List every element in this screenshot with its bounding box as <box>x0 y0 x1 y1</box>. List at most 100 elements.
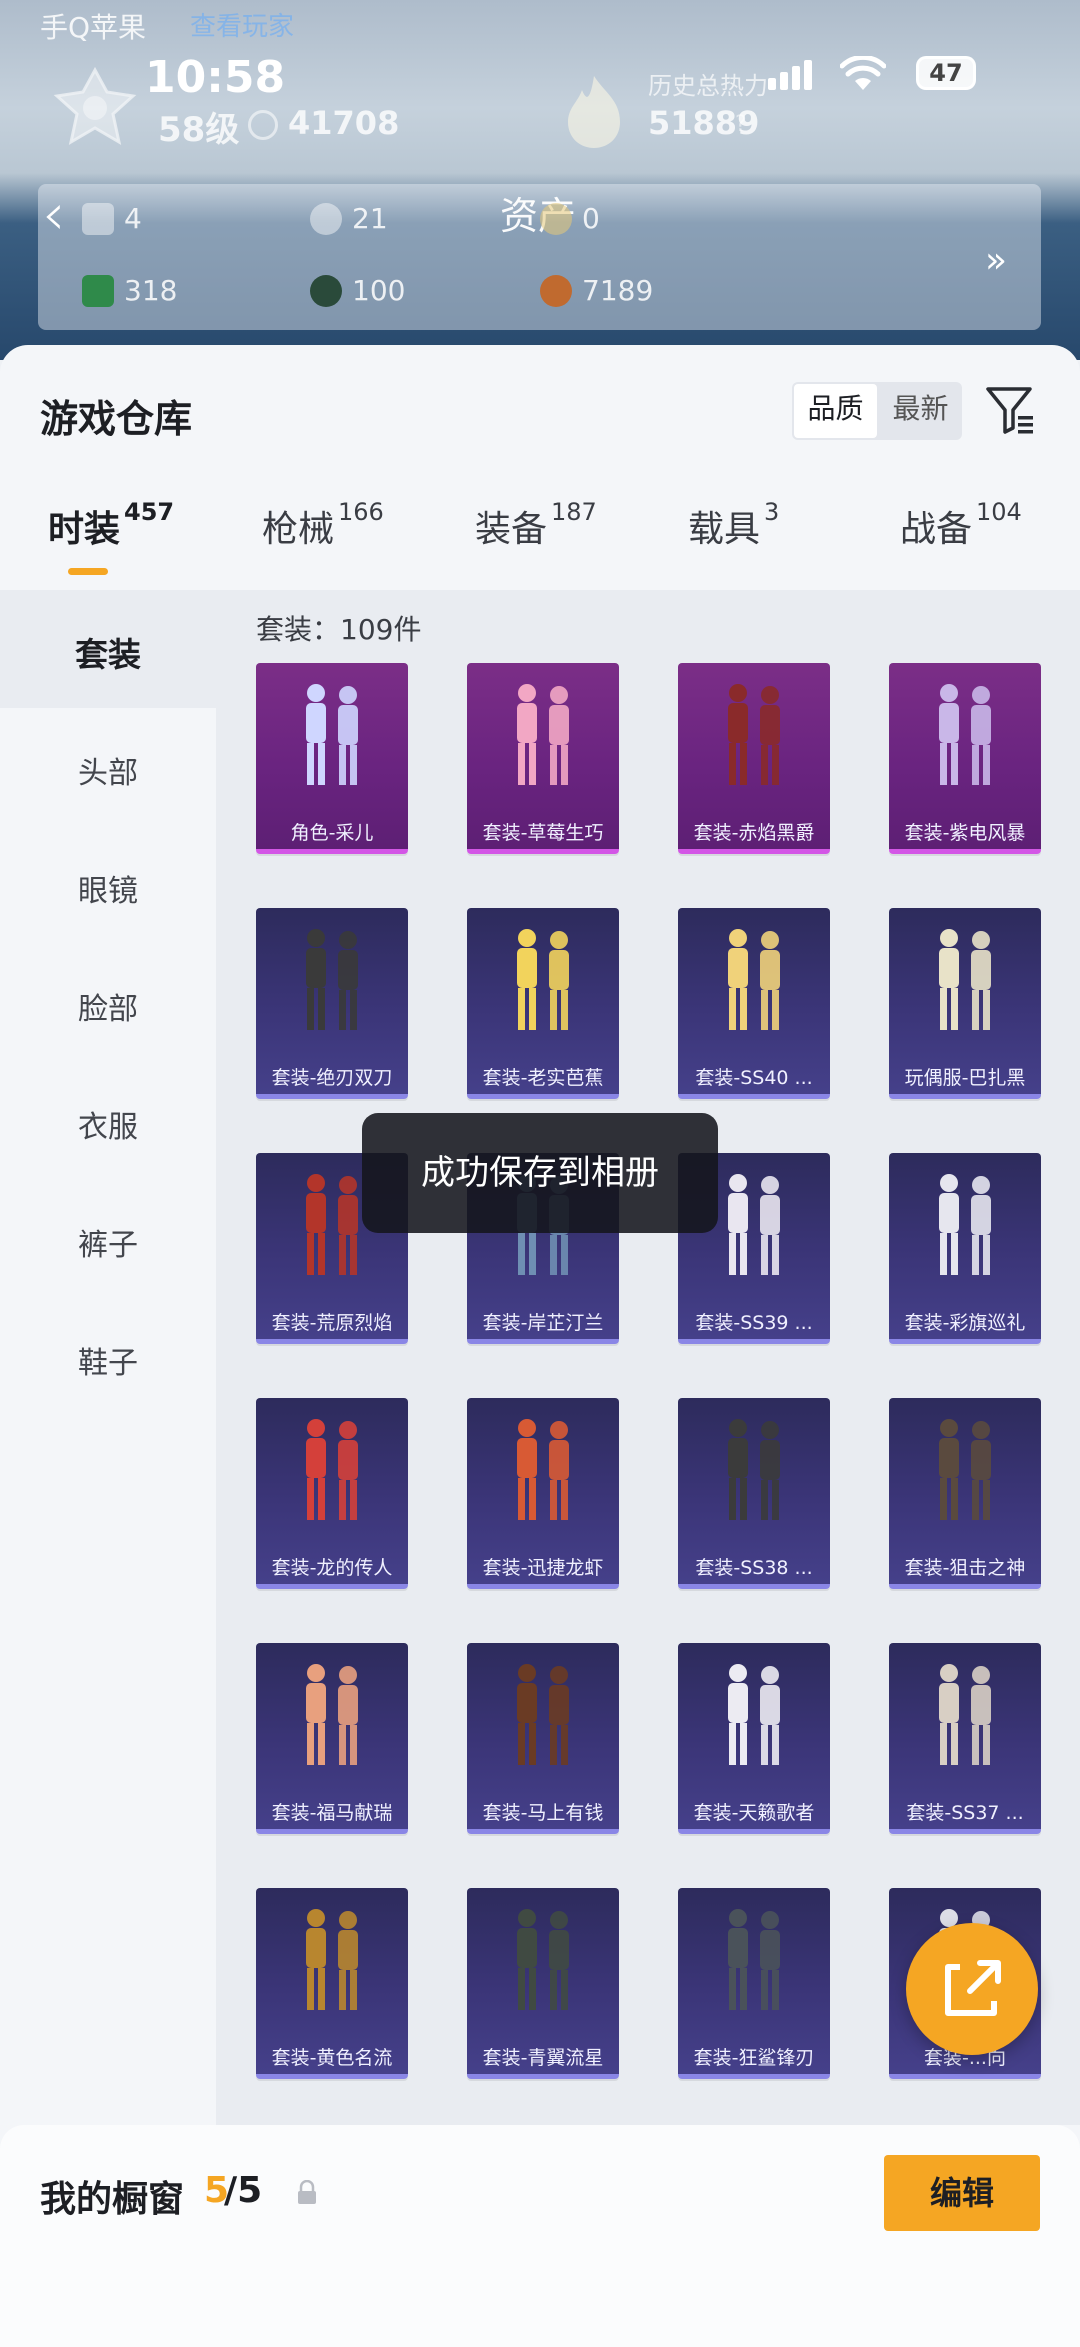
item-tile[interactable]: 套装-狂鲨锋刃 <box>678 1888 830 2079</box>
ticket-icon <box>82 274 114 307</box>
outfit-figure-icon <box>306 929 358 1030</box>
outfit-figure-icon <box>517 929 569 1030</box>
item-tile[interactable]: 套装-绝刃双刀 <box>256 908 408 1099</box>
item-name: 套装-青翼流星 <box>482 2047 604 2069</box>
outfit-figure-icon <box>306 1664 358 1765</box>
outfit-figure-icon <box>517 1909 569 2010</box>
share-button[interactable] <box>906 1923 1038 2055</box>
item-name: 套装-狂鲨锋刃 <box>693 2047 815 2069</box>
asset-copper: 7189 <box>540 274 653 307</box>
item-tile[interactable]: 套装-SS40 ... <box>678 908 830 1099</box>
points-icon <box>248 110 278 140</box>
tab-guns[interactable]: 枪械 166 <box>262 498 384 552</box>
sort-newest-button[interactable]: 最新 <box>879 382 962 440</box>
outfit-figure-icon <box>728 1664 780 1765</box>
asset-orb: 100 <box>310 274 405 307</box>
item-name: 套装-紫电风暴 <box>904 822 1026 844</box>
outfit-figure-icon <box>939 1419 991 1520</box>
outfit-figure-icon <box>939 1664 991 1765</box>
orb-icon <box>310 274 342 307</box>
item-tile[interactable]: 套装-SS38 ... <box>678 1398 830 1589</box>
player-level: 58级 <box>158 110 240 150</box>
asset-ticket: 318 <box>82 274 177 307</box>
sidebar-item-suits[interactable]: 套装 <box>0 628 216 676</box>
card-icon <box>82 202 114 235</box>
tab-vehicles[interactable]: 载具 3 <box>688 498 779 552</box>
signal-icon <box>768 60 816 90</box>
item-tile[interactable]: 套装-狙击之神 <box>889 1398 1041 1589</box>
battery-indicator: 47 <box>916 56 976 90</box>
item-tile[interactable]: 套装-赤焰黑爵 <box>678 663 830 854</box>
rank-badge-icon <box>53 66 137 146</box>
page-title: 游戏仓库 <box>40 397 193 441</box>
item-name: 套装-SS37 ... <box>906 1802 1024 1824</box>
item-name: 套装-草莓生巧 <box>482 822 604 844</box>
item-name: 套装-SS40 ... <box>695 1067 813 1089</box>
item-name: 套装-彩旗巡礼 <box>904 1312 1026 1334</box>
sort-quality-button[interactable]: 品质 <box>794 384 877 438</box>
sidebar-item-clothes[interactable]: 衣服 <box>0 1102 216 1146</box>
item-name: 套装-狙击之神 <box>904 1557 1026 1579</box>
item-tile[interactable]: 套装-青翼流星 <box>467 1888 619 2079</box>
outfit-figure-icon <box>517 1419 569 1520</box>
item-tile[interactable]: 套装-彩旗巡礼 <box>889 1153 1041 1344</box>
item-tile[interactable]: 套装-马上有钱 <box>467 1643 619 1834</box>
item-count: 套装：109件 <box>256 613 422 646</box>
fire-icon <box>568 76 620 148</box>
item-tile[interactable]: 套装-老实芭蕉 <box>467 908 619 1099</box>
sort-toggle: 品质 最新 <box>792 382 962 440</box>
player-points: 41708 <box>288 104 400 142</box>
source-app-label: 手Q苹果 <box>40 11 147 44</box>
lock-icon <box>298 2180 316 2204</box>
outfit-figure-icon <box>517 1664 569 1765</box>
item-name: 套装-天籁歌者 <box>693 1802 815 1824</box>
item-tile[interactable]: 套装-迅捷龙虾 <box>467 1398 619 1589</box>
item-name: 套装-绝刃双刀 <box>271 1067 393 1089</box>
outfit-figure-icon <box>728 929 780 1030</box>
coin-silver-icon <box>310 202 342 235</box>
active-tab-indicator <box>68 568 108 575</box>
asset-gold: 0 <box>540 202 600 235</box>
item-name: 套装-马上有钱 <box>482 1802 604 1824</box>
item-tile[interactable]: 套装-紫电风暴 <box>889 663 1041 854</box>
help-icon[interactable]: ? <box>735 112 747 137</box>
showcase-label: 我的橱窗 <box>40 2179 185 2220</box>
edit-button[interactable]: 编辑 <box>884 2155 1040 2231</box>
item-tile[interactable]: 套装-福马献瑞 <box>256 1643 408 1834</box>
sidebar-item-glasses[interactable]: 眼镜 <box>0 866 216 910</box>
outfit-figure-icon <box>728 1909 780 2010</box>
outfit-figure-icon <box>306 1909 358 2010</box>
outfit-figure-icon <box>306 684 358 785</box>
item-tile[interactable]: 玩偶服-巴扎黑 <box>889 908 1041 1099</box>
item-tile[interactable]: 套装-黄色名流 <box>256 1888 408 2079</box>
back-icon[interactable]: ‹ <box>42 180 65 248</box>
outfit-figure-icon <box>517 684 569 785</box>
showcase-total: /5 <box>224 2170 263 2211</box>
item-name: 角色-采儿 <box>290 822 374 844</box>
toast-message: 成功保存到相册 <box>362 1113 718 1233</box>
tab-equipment[interactable]: 装备 187 <box>475 498 597 552</box>
item-tile[interactable]: 角色-采儿 <box>256 663 408 854</box>
sidebar-item-pants[interactable]: 裤子 <box>0 1220 216 1264</box>
view-player-link[interactable]: 查看玩家 <box>190 6 294 43</box>
filter-icon[interactable] <box>985 384 1035 436</box>
item-name: 玩偶服-巴扎黑 <box>904 1067 1026 1089</box>
sidebar-item-head[interactable]: 头部 <box>0 748 216 792</box>
history-heat-label: 历史总热力 <box>648 72 768 100</box>
sidebar-item-shoes[interactable]: 鞋子 <box>0 1338 216 1382</box>
item-name: 套装-老实芭蕉 <box>482 1067 604 1089</box>
item-tile[interactable]: 套装-草莓生巧 <box>467 663 619 854</box>
outfit-figure-icon <box>939 929 991 1030</box>
asset-card: 4 <box>82 202 142 235</box>
item-name: 套装-荒原烈焰 <box>271 1312 393 1334</box>
tab-supplies[interactable]: 战备 104 <box>900 498 1022 552</box>
item-name: 套装-SS38 ... <box>695 1557 813 1579</box>
sidebar-item-face[interactable]: 脸部 <box>0 984 216 1028</box>
tab-fashion[interactable]: 时装 457 <box>48 498 174 552</box>
item-tile[interactable]: 套装-天籁歌者 <box>678 1643 830 1834</box>
item-tile[interactable]: 套装-龙的传人 <box>256 1398 408 1589</box>
chevron-right-icon[interactable]: » <box>985 240 1007 281</box>
item-tile[interactable]: 套装-SS37 ... <box>889 1643 1041 1834</box>
outfit-figure-icon <box>728 1419 780 1520</box>
outfit-figure-icon <box>306 1419 358 1520</box>
